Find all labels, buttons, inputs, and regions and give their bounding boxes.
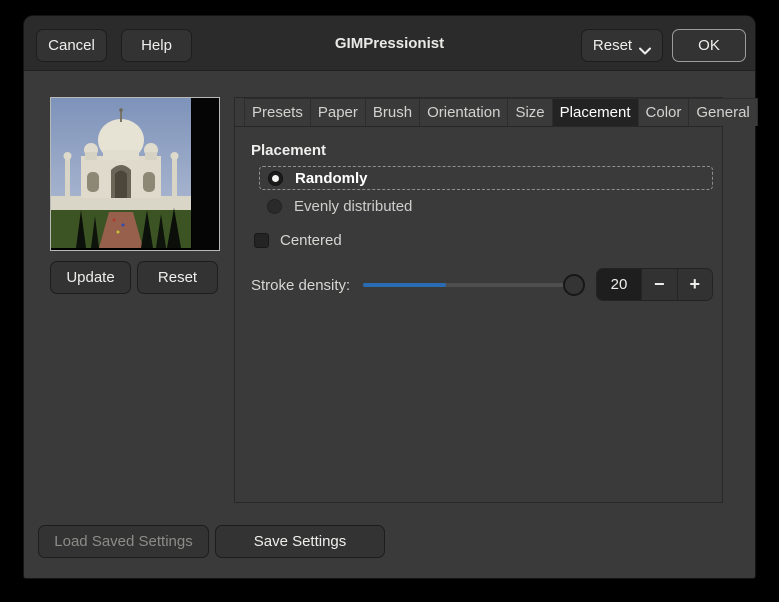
- preview-frame: [50, 97, 220, 251]
- tab-strip: Presets Paper Brush Orientation Size Pla…: [235, 98, 758, 127]
- preview-letterbox: [192, 98, 219, 250]
- tab-color[interactable]: Color: [637, 98, 690, 126]
- plus-icon: +: [689, 274, 700, 294]
- reset-menu-button[interactable]: Reset: [581, 29, 663, 62]
- load-saved-settings-button[interactable]: Load Saved Settings: [38, 525, 209, 558]
- centered-label: Centered: [280, 231, 342, 249]
- gimpressionist-dialog: GIMPressionist Cancel Help Reset OK Upda…: [24, 16, 758, 578]
- cancel-button[interactable]: Cancel: [36, 29, 107, 62]
- stroke-density-value[interactable]: 20: [597, 269, 641, 300]
- radio-randomly[interactable]: Randomly: [259, 166, 713, 190]
- stroke-density-label: Stroke density:: [251, 277, 351, 294]
- stroke-density-slider[interactable]: [363, 269, 585, 301]
- settings-notebook: Presets Paper Brush Orientation Size Pla…: [234, 97, 758, 503]
- slider-fill: [363, 283, 446, 287]
- decrement-button[interactable]: −: [641, 269, 677, 300]
- tab-brush[interactable]: Brush: [364, 98, 421, 126]
- tab-presets[interactable]: Presets: [244, 98, 311, 126]
- chevron-down-icon: [639, 42, 652, 54]
- tab-general[interactable]: General: [688, 98, 758, 126]
- save-settings-button[interactable]: Save Settings: [215, 525, 385, 558]
- radio-evenly-distributed[interactable]: Evenly distributed: [259, 194, 713, 218]
- ok-button[interactable]: OK: [672, 29, 746, 62]
- tab-size[interactable]: Size: [507, 98, 553, 126]
- tab-placement[interactable]: Placement: [551, 98, 639, 126]
- placement-heading: Placement: [251, 142, 327, 159]
- checkbox-unchecked-icon: [254, 232, 269, 248]
- increment-button[interactable]: +: [676, 269, 712, 300]
- radio-randomly-label: Randomly: [295, 169, 368, 187]
- preview-image: [51, 98, 191, 248]
- centered-checkbox-row[interactable]: Centered: [254, 228, 342, 252]
- tab-orientation[interactable]: Orientation: [419, 98, 509, 126]
- radio-on-icon: [268, 170, 283, 186]
- radio-evenly-label: Evenly distributed: [294, 197, 413, 215]
- reset-menu-label: Reset: [592, 37, 633, 54]
- preview-reset-button[interactable]: Reset: [137, 261, 218, 294]
- tab-paper[interactable]: Paper: [309, 98, 366, 126]
- help-button[interactable]: Help: [121, 29, 192, 62]
- radio-off-icon: [267, 198, 282, 214]
- headerbar: GIMPressionist Cancel Help Reset OK: [24, 16, 755, 71]
- update-button[interactable]: Update: [50, 261, 131, 294]
- stroke-density-spinbox: 20 − +: [596, 268, 713, 301]
- slider-handle[interactable]: [563, 274, 585, 296]
- minus-icon: −: [653, 274, 665, 294]
